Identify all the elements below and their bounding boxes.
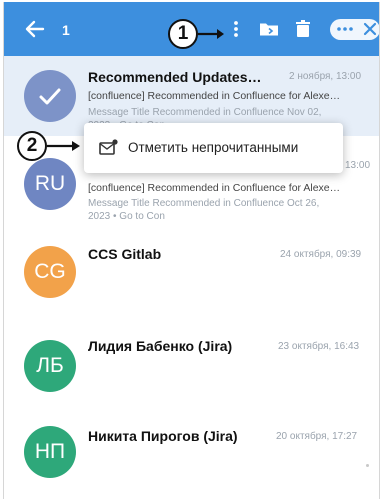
callout-marker-2: 2 bbox=[17, 131, 47, 161]
message-sender: Лидия Бабенко (Jira) bbox=[88, 338, 233, 354]
mark-unread-label: Отметить непрочитанными bbox=[128, 140, 299, 155]
message-preview: Message Title Recommended in Confluence … bbox=[88, 107, 322, 118]
trash-icon[interactable] bbox=[291, 17, 315, 41]
message-preview: Message Title Recommended in Confluence … bbox=[88, 198, 320, 209]
mark-unread-menu-item[interactable]: Отметить непрочитанными bbox=[84, 123, 343, 173]
message-date: 13:00 bbox=[345, 160, 371, 171]
message-row[interactable]: ЛБ Лидия Бабенко (Jira) 23 октября, 16:4… bbox=[4, 314, 379, 404]
selected-count: 1 bbox=[62, 22, 70, 38]
more-vertical-icon[interactable] bbox=[224, 17, 248, 41]
message-subject: [confluence] Recommended in Confluence f… bbox=[88, 182, 341, 194]
message-subject: [confluence] Recommended in Confluence f… bbox=[88, 90, 341, 102]
message-date: 23 октября, 16:43 bbox=[278, 341, 360, 352]
message-sender: Recommended Updates… bbox=[88, 69, 262, 85]
mail-app: 1 Recommended Updates… 2 ноября, 13:00 [… bbox=[3, 2, 380, 499]
message-date: 24 октября, 09:39 bbox=[280, 249, 362, 260]
avatar: CG bbox=[24, 246, 76, 298]
scrollbar[interactable] bbox=[366, 464, 369, 467]
folder-icon[interactable] bbox=[257, 17, 281, 41]
avatar: RU bbox=[24, 158, 76, 210]
callout-marker-1: 1 bbox=[168, 19, 198, 49]
callout-arrow-2 bbox=[47, 141, 80, 151]
message-row[interactable]: CG CCS Gitlab 24 октября, 09:39 bbox=[4, 230, 379, 314]
message-sender: Никита Пирогов (Jira) bbox=[88, 428, 238, 444]
avatar bbox=[24, 70, 76, 122]
avatar: НП bbox=[24, 426, 76, 478]
message-row[interactable]: НП Никита Пирогов (Jira) 20 октября, 17:… bbox=[4, 404, 379, 499]
close-icon[interactable] bbox=[360, 18, 380, 40]
message-date: 2 ноября, 13:00 bbox=[289, 71, 362, 82]
mark-unread-icon bbox=[99, 139, 118, 155]
avatar: ЛБ bbox=[24, 340, 76, 392]
message-sender: CCS Gitlab bbox=[88, 246, 162, 262]
check-icon bbox=[39, 88, 61, 105]
message-preview-continuation: 2023 • Go to Con bbox=[88, 211, 165, 222]
callout-arrow-1 bbox=[198, 29, 224, 39]
more-horizontal-icon[interactable] bbox=[334, 18, 356, 40]
back-arrow-icon[interactable] bbox=[22, 16, 48, 42]
context-menu: Отметить непрочитанными bbox=[84, 123, 343, 173]
message-date: 20 октября, 17:27 bbox=[276, 431, 358, 442]
